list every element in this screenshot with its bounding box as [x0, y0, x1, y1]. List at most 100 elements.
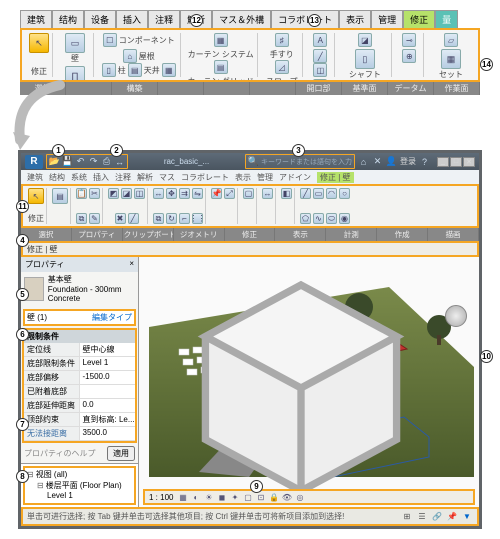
tree-node[interactable]: ⊟视图 (all): [27, 470, 132, 481]
properties-help[interactable]: プロパティのヘルプ: [24, 448, 96, 459]
rotate-icon[interactable]: ↻: [166, 213, 177, 224]
tab-addins[interactable]: アドイン: [279, 172, 311, 183]
group-icon[interactable]: ◫: [313, 63, 327, 77]
prop-row[interactable]: 顶部约束直到标高: Le...: [24, 413, 135, 427]
measure-icon[interactable]: ↔: [114, 156, 125, 167]
scale-icon[interactable]: ⤢: [224, 188, 235, 199]
match-icon[interactable]: ✎: [89, 213, 100, 224]
line-icon[interactable]: ╱: [300, 188, 311, 199]
circle-icon[interactable]: ○: [339, 188, 350, 199]
floor-icon[interactable]: ▦: [162, 63, 176, 77]
print-icon[interactable]: ⎙: [101, 156, 112, 167]
join-icon[interactable]: ◫: [134, 188, 145, 199]
prop-row[interactable]: 无法接距离3500.0: [24, 427, 135, 441]
help-icon[interactable]: ?: [419, 156, 430, 167]
view-icon[interactable]: ▢: [243, 188, 254, 199]
window-icon[interactable]: ☐: [103, 33, 117, 47]
save-icon[interactable]: 💾: [62, 156, 73, 167]
properties-icon[interactable]: ▤: [52, 188, 68, 204]
tab-view[interactable]: 表示: [235, 172, 251, 183]
tab-architecture[interactable]: 建筑: [27, 172, 43, 183]
viewcube[interactable]: [139, 263, 471, 507]
prop-value[interactable]: Level 1: [80, 357, 136, 370]
curtain-system-icon[interactable]: ▦: [214, 33, 228, 47]
tab-annotate[interactable]: 注释: [148, 10, 180, 28]
roof-icon[interactable]: ⌂: [123, 49, 137, 63]
design-options-icon[interactable]: ☰: [416, 512, 428, 522]
trim-icon[interactable]: ⌐: [179, 213, 190, 224]
scale-display[interactable]: 1 : 100: [149, 493, 173, 502]
tree-node[interactable]: ⊟楼层平面 (Floor Plan): [27, 481, 132, 492]
measure-icon[interactable]: ↔: [262, 188, 273, 199]
redo-icon[interactable]: ↷: [88, 156, 99, 167]
grid-icon[interactable]: ⊕: [402, 49, 416, 63]
create-icon[interactable]: ◧: [281, 188, 292, 199]
modify-tool-icon[interactable]: ↖: [28, 188, 44, 204]
prop-row[interactable]: 底部限制条件Level 1: [24, 357, 135, 371]
shaft-icon[interactable]: ▯: [355, 49, 375, 69]
paste-icon[interactable]: 📋: [76, 188, 87, 199]
minimize-button[interactable]: _: [437, 157, 449, 167]
tab-manage[interactable]: 管理: [371, 10, 403, 28]
spline-icon[interactable]: ∿: [313, 213, 324, 224]
apply-button[interactable]: 適用: [107, 446, 135, 461]
tab-structure[interactable]: 结构: [52, 10, 84, 28]
undo-icon[interactable]: ↶: [75, 156, 86, 167]
tab-architecture[interactable]: 建筑: [20, 10, 52, 28]
by-face-icon[interactable]: ◪: [358, 33, 372, 47]
tab-modify-context[interactable]: 修正 | 壁: [317, 172, 354, 183]
temp-hide-icon[interactable]: 👁: [281, 492, 292, 503]
align-icon[interactable]: ↔: [153, 188, 164, 199]
prop-row[interactable]: 已附着底部: [24, 385, 135, 399]
crop-region-icon[interactable]: ⊡: [255, 492, 266, 503]
prop-value[interactable]: 壁中心線: [80, 343, 136, 356]
subscription-icon[interactable]: ⌂: [358, 156, 369, 167]
tab-manage[interactable]: 管理: [257, 172, 273, 183]
prop-value[interactable]: -1500.0: [80, 371, 136, 384]
ellipse-icon[interactable]: ⬭: [326, 213, 337, 224]
copy2-icon[interactable]: ⧉: [153, 213, 164, 224]
exchange-icon[interactable]: ✕: [372, 156, 383, 167]
open-icon[interactable]: 📂: [49, 156, 60, 167]
tab-massing[interactable]: マス＆外構: [212, 10, 271, 28]
drawing-area[interactable]: 1 : 100 ▦ ◐ ☀ ◼ ✦ ▢ ⊡ 🔒 👁 ◎: [139, 257, 479, 507]
signin-label[interactable]: 登录: [400, 156, 416, 167]
prop-value[interactable]: 直到标高: Le...: [80, 413, 136, 426]
pick-icon[interactable]: ◉: [339, 213, 350, 224]
tab-collaborate[interactable]: コラボレート: [181, 172, 229, 183]
column-icon[interactable]: ▯: [102, 63, 116, 77]
search-icon[interactable]: 🔍: [248, 156, 259, 167]
plane-icon[interactable]: ▱: [444, 33, 458, 47]
set-icon[interactable]: ▦: [441, 49, 461, 69]
shadows-icon[interactable]: ◼: [216, 492, 227, 503]
curtain-grid-icon[interactable]: ▤: [214, 60, 228, 74]
lock-icon[interactable]: 🔒: [268, 492, 279, 503]
tab-modify[interactable]: 修正: [403, 10, 435, 28]
model-line-icon[interactable]: ╱: [313, 49, 327, 63]
modify-tool-icon[interactable]: ↖: [29, 33, 49, 53]
split-icon[interactable]: ╱: [128, 213, 139, 224]
tab-view[interactable]: 表示: [339, 10, 371, 28]
mirror-icon[interactable]: ⇋: [192, 188, 203, 199]
text-icon[interactable]: A: [313, 33, 327, 47]
array-icon[interactable]: ⋮⋮: [192, 213, 203, 224]
properties-close-icon[interactable]: ×: [129, 259, 134, 270]
select-links-icon[interactable]: 🔗: [431, 512, 443, 522]
ceiling-icon[interactable]: ▤: [128, 63, 142, 77]
rect-icon[interactable]: ▭: [313, 188, 324, 199]
instance-filter[interactable]: 壁 (1) 編集タイプ: [23, 309, 136, 326]
prop-value[interactable]: [80, 385, 136, 398]
tab-massing[interactable]: マス: [159, 172, 175, 183]
close-button[interactable]: ✕: [463, 157, 475, 167]
railing-icon[interactable]: ♯: [275, 33, 289, 47]
filter-icon[interactable]: ▼: [461, 512, 473, 522]
demolish-icon[interactable]: ✖: [115, 213, 126, 224]
ramp-icon[interactable]: ◿: [275, 60, 289, 74]
crop-icon[interactable]: ▢: [242, 492, 253, 503]
cut-icon[interactable]: ✂: [89, 188, 100, 199]
tree-node[interactable]: Level 1: [27, 491, 132, 502]
steering-wheel[interactable]: [445, 305, 467, 327]
rendering-icon[interactable]: ✦: [229, 492, 240, 503]
type-selector-row[interactable]: 基本壁 Foundation - 300mm Concrete: [21, 272, 138, 307]
prop-value[interactable]: 3500.0: [80, 427, 136, 440]
